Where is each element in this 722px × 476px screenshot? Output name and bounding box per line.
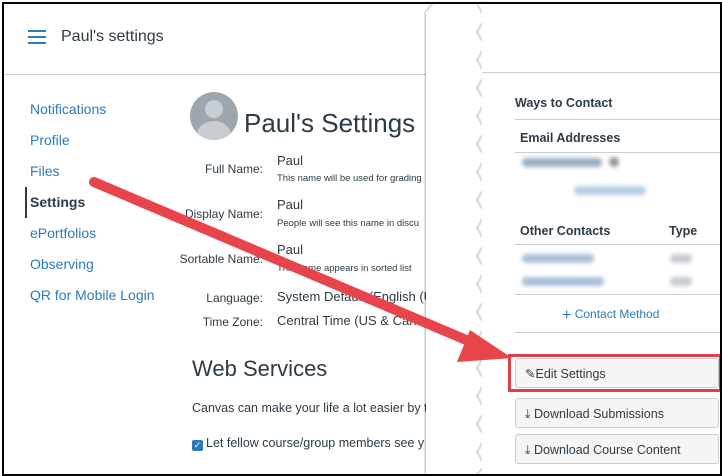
ways-to-contact-heading: Ways to Contact xyxy=(515,96,613,110)
checkbox-checked-icon[interactable]: ✓ xyxy=(192,440,203,451)
settings-main-panel: Paul's settings Notifications Profile Fi… xyxy=(4,4,434,474)
nav-item-profile[interactable]: Profile xyxy=(26,125,186,156)
account-nav: Notifications Profile Files Settings ePo… xyxy=(25,94,186,311)
sortable-name-note: This name appears in sorted list xyxy=(277,263,412,274)
blurred-add-email-link xyxy=(574,186,646,195)
top-bar: Paul's settings xyxy=(4,4,434,75)
nav-item-files[interactable]: Files xyxy=(26,156,186,187)
download-course-content-button[interactable]: ⤓ Download Course Content xyxy=(515,434,719,464)
time-zone-value: Central Time (US & Cana xyxy=(277,313,424,328)
download-submissions-label: Download Submissions xyxy=(534,407,664,421)
nav-item-notifications[interactable]: Notifications xyxy=(26,94,186,125)
settings-sidebar: Ways to Contact Email Addresses Other Co… xyxy=(482,4,720,474)
blurred-email-icon xyxy=(609,157,619,167)
email-addresses-heading: Email Addresses xyxy=(520,131,621,145)
sortable-name-value: Paul xyxy=(277,242,304,257)
hamburger-menu-icon[interactable] xyxy=(28,30,46,44)
type-column-heading: Type xyxy=(669,224,698,238)
add-contact-method-link[interactable]: + Contact Method xyxy=(562,307,659,325)
divider xyxy=(515,119,720,120)
share-services-label: Let fellow course/group members see y xyxy=(206,436,425,450)
edit-settings-highlight-box xyxy=(508,354,720,392)
nav-item-settings[interactable]: Settings xyxy=(25,187,186,218)
download-icon: ⤓ xyxy=(525,443,531,457)
sortable-name-label: Sortable Name: xyxy=(179,252,263,266)
blurred-contact-2-type xyxy=(670,277,692,286)
nav-item-observing[interactable]: Observing xyxy=(26,249,186,280)
web-services-description: Canvas can make your life a lot easier b… xyxy=(192,401,428,415)
nav-item-qr-login[interactable]: QR for Mobile Login xyxy=(26,280,186,311)
full-name-label: Full Name: xyxy=(204,162,263,176)
divider xyxy=(515,152,720,153)
web-services-heading: Web Services xyxy=(192,356,328,381)
display-name-label: Display Name: xyxy=(184,207,263,221)
download-icon: ⤓ xyxy=(525,407,531,421)
add-contact-method-label: Contact Method xyxy=(574,307,660,321)
blurred-contact-2 xyxy=(522,277,604,286)
share-services-checkbox-row[interactable]: ✓ Let fellow course/group members see y xyxy=(192,436,424,451)
divider xyxy=(515,294,720,295)
display-name-note: People will see this name in discu xyxy=(277,218,420,229)
full-name-value: Paul xyxy=(277,153,304,168)
divider xyxy=(515,332,720,333)
blurred-email-address xyxy=(522,158,602,167)
download-submissions-button[interactable]: ⤓ Download Submissions xyxy=(515,398,719,428)
other-contacts-heading: Other Contacts xyxy=(520,224,611,238)
divider xyxy=(482,72,720,73)
display-name-value: Paul xyxy=(277,197,304,212)
plus-icon: + xyxy=(562,307,572,324)
full-name-note: This name will be used for grading xyxy=(277,173,422,184)
page-title: Paul's Settings xyxy=(244,108,416,138)
language-value: System Default (English (U xyxy=(277,289,434,304)
blurred-contact-1 xyxy=(522,254,594,263)
time-zone-label: Time Zone: xyxy=(202,315,263,329)
avatar[interactable] xyxy=(190,92,238,140)
nav-item-eportfolios[interactable]: ePortfolios xyxy=(26,218,186,249)
divider xyxy=(515,244,720,245)
blurred-contact-1-type xyxy=(670,254,692,263)
breadcrumb-title: Paul's settings xyxy=(61,28,164,45)
download-course-content-label: Download Course Content xyxy=(534,443,681,457)
language-label: Language: xyxy=(206,291,263,305)
screenshot-frame: Paul's settings Notifications Profile Fi… xyxy=(2,2,722,476)
